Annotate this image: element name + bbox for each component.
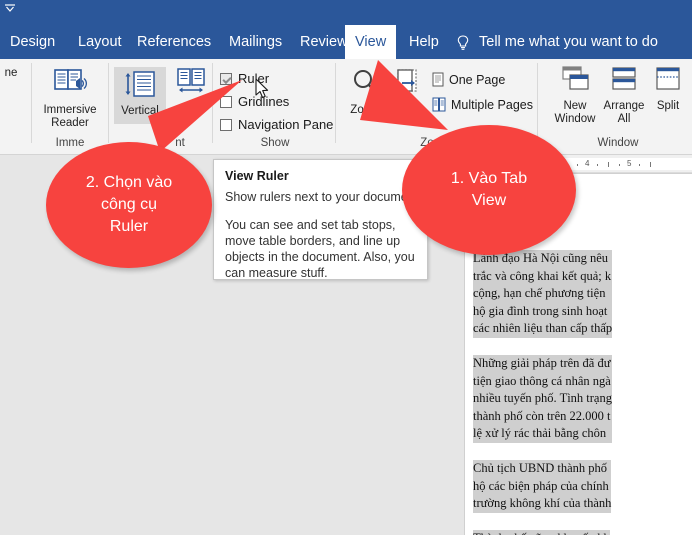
tooltip-summary: Show rulers next to your documen: [225, 190, 415, 204]
tab-references[interactable]: References: [127, 25, 221, 59]
new-window-icon: [548, 65, 602, 97]
callout-2-text: 2. Chọn vào công cụ Ruler: [78, 172, 180, 238]
tooltip-body: You can see and set tab stops, move tabl…: [225, 218, 415, 280]
doc-line: tiện giao thông cá nhân ngà: [473, 372, 612, 390]
ruler-dot: [619, 164, 620, 166]
callout-1-line1: 1. Vào Tab: [450, 170, 528, 187]
doc-line: hộ các biện pháp của chính: [473, 477, 612, 495]
arrange-all-line2: All: [617, 113, 631, 125]
tab-mailings[interactable]: Mailings: [219, 25, 292, 59]
ruler-tick-4: 4: [585, 159, 590, 168]
ribbon-tab-strip: Design Layout References Mailings Review…: [0, 25, 692, 59]
tell-me-search[interactable]: Tell me what you want to do: [479, 25, 658, 59]
group-label-window: Window: [597, 137, 639, 149]
book-speaker-icon: [37, 67, 103, 101]
new-window-line2: Window: [554, 113, 596, 125]
ruler-bar: [650, 162, 651, 167]
split-icon: [648, 65, 688, 97]
doc-line: trường không khí của thành: [473, 495, 612, 513]
group-separator: [108, 63, 109, 143]
callout-1-bubble: 1. Vào Tab View: [402, 125, 576, 255]
callout-2-line1: 2. Chọn vào: [85, 174, 173, 191]
doc-line: Những giải pháp trên đã đư: [473, 355, 612, 373]
group-separator: [31, 63, 32, 143]
new-window-button[interactable]: New Window: [548, 65, 602, 126]
paragraph-2[interactable]: Những giải pháp trên đã đư tiện giao thô…: [473, 355, 612, 443]
tooltip-title: View Ruler: [225, 169, 289, 183]
callout-1-line2: View: [471, 192, 507, 209]
arrange-all-button[interactable]: Arrange All: [602, 65, 646, 126]
multiple-pages-label: Multiple Pages: [451, 98, 533, 112]
split-button[interactable]: Split: [648, 65, 688, 113]
title-bar: [0, 0, 692, 25]
callout-1-tail: [360, 60, 448, 130]
ruler-tick-5: 5: [627, 159, 632, 168]
tab-layout[interactable]: Layout: [68, 25, 132, 59]
ruler-dot: [639, 164, 640, 166]
doc-line: cộng, hạn chế phương tiện: [473, 285, 613, 303]
ruler-dot: [597, 164, 598, 166]
doc-line: lệ xử lý rác thải bằng chôn: [473, 425, 612, 443]
mouse-cursor-icon: [255, 78, 269, 99]
chevron-down-icon[interactable]: [2, 2, 18, 16]
one-page-label: One Page: [449, 73, 506, 87]
callout-2-line3: Ruler: [109, 218, 149, 235]
outline-truncated-button[interactable]: ne: [0, 67, 26, 80]
immersive-reader-label-line2: Reader: [51, 117, 89, 129]
navigation-pane-label: Navigation Pane: [238, 117, 334, 132]
doc-line: Thành phố cũng khuyến kh: [473, 530, 610, 535]
callout-2-bubble: 2. Chọn vào công cụ Ruler: [46, 142, 212, 268]
new-window-line1: New: [563, 100, 587, 112]
doc-line: hộ gia đình trong sinh hoạt: [473, 302, 613, 320]
paragraph-4[interactable]: Thành phố cũng khuyến kh ô nhiễm. Người …: [473, 530, 610, 535]
doc-line: các nhiên liệu than cấp thấp: [473, 320, 613, 338]
immersive-reader-button[interactable]: Immersive Reader: [37, 67, 103, 130]
arrange-all-icon: [602, 65, 646, 97]
callout-1-text: 1. Vào Tab View: [443, 168, 535, 212]
view-ruler-tooltip: View Ruler Show rulers next to your docu…: [213, 159, 428, 280]
doc-line: trắc và công khai kết quả; k: [473, 267, 613, 285]
ruler-bar: [608, 162, 609, 167]
callout-2-line2: công cụ: [100, 196, 158, 213]
tab-view[interactable]: View: [345, 25, 397, 59]
split-line1: Split: [656, 100, 680, 112]
doc-line: nhiều tuyến phố. Tình trạng: [473, 390, 612, 408]
tab-design[interactable]: Design: [0, 25, 65, 59]
doc-line: thành phố còn trên 22.000 t: [473, 407, 612, 425]
paragraph-1[interactable]: Lãnh đạo Hà Nội cũng nêu trắc và công kh…: [473, 250, 613, 338]
arrange-all-line1: Arrange: [603, 100, 645, 112]
immersive-reader-label-line1: Immersive: [43, 104, 97, 116]
doc-line: Chủ tịch UBND thành phố: [473, 460, 612, 478]
paragraph-3[interactable]: Chủ tịch UBND thành phố hộ các biện pháp…: [473, 460, 612, 513]
tab-help[interactable]: Help: [399, 25, 449, 59]
ruler-dot: [577, 164, 578, 166]
group-separator: [537, 63, 538, 143]
lightbulb-icon: [455, 34, 471, 52]
